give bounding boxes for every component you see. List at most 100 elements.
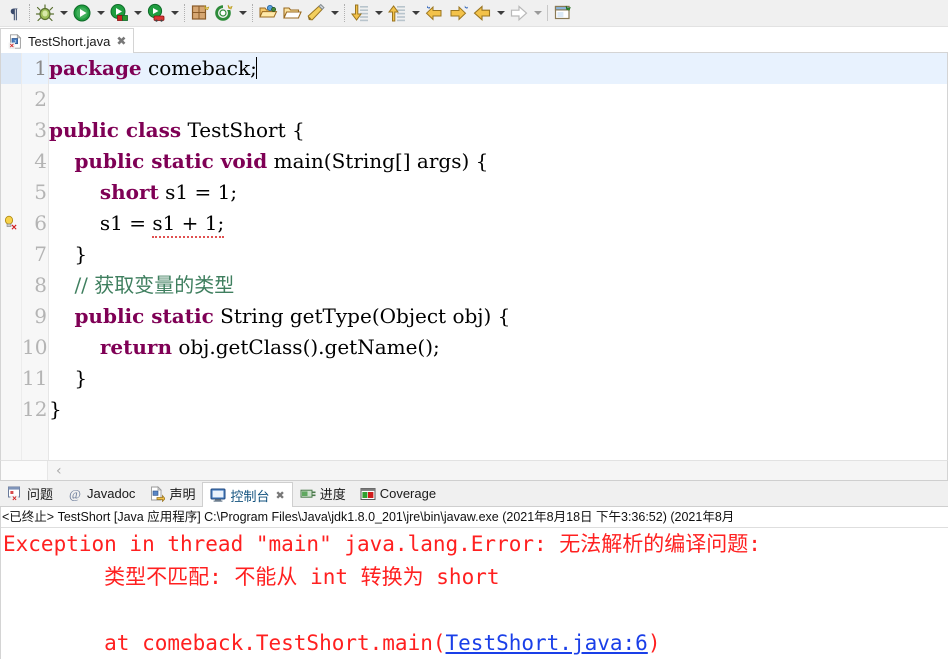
code-line[interactable]: public static String getType(Object obj)… bbox=[49, 301, 947, 332]
code-line[interactable]: } bbox=[49, 363, 947, 394]
marker-gutter-row bbox=[1, 177, 21, 208]
panel-tab-label: 声明 bbox=[169, 487, 196, 502]
next-annotation-icon[interactable] bbox=[348, 1, 372, 25]
console-line: 类型不匹配: 不能从 int 转换为 short bbox=[3, 565, 500, 589]
editor-marker-gutter[interactable]: × bbox=[1, 53, 22, 460]
back-navigation-icon[interactable] bbox=[470, 1, 494, 25]
code-line[interactable]: // 获取变量的类型 bbox=[49, 270, 947, 301]
code-editor[interactable]: × 1 2 3 4 5 6 7 8 9 10 11 12 package comeback; publ… bbox=[0, 53, 948, 460]
line-number: 12 bbox=[22, 397, 48, 421]
marker-gutter-row bbox=[1, 146, 21, 177]
line-number: 9 bbox=[34, 304, 47, 328]
code-token: short bbox=[99, 180, 159, 204]
code-token: } bbox=[49, 242, 88, 266]
error-quickfix-icon[interactable]: × bbox=[3, 215, 19, 233]
panel-tab-5[interactable]: Coverage bbox=[353, 482, 443, 506]
new-window-icon[interactable] bbox=[551, 1, 575, 25]
code-token: public static bbox=[74, 304, 214, 328]
code-line[interactable]: public static void main(String[] args) { bbox=[49, 146, 947, 177]
next-annotation-dropdown-arrow[interactable] bbox=[372, 1, 385, 25]
line-number: 5 bbox=[34, 180, 47, 204]
forward-navigation-icon[interactable] bbox=[507, 1, 531, 25]
run-dropdown-arrow[interactable] bbox=[94, 1, 107, 25]
console-icon bbox=[210, 487, 226, 503]
java-perspective-icon[interactable] bbox=[304, 1, 328, 25]
line-number: 4 bbox=[34, 149, 47, 173]
marker-gutter-row: × bbox=[1, 208, 21, 239]
back-dropdown-arrow[interactable] bbox=[494, 1, 507, 25]
new-java-package-icon[interactable] bbox=[188, 1, 212, 25]
panel-tab-4[interactable]: 进度 bbox=[293, 482, 353, 506]
open-type-icon[interactable] bbox=[256, 1, 280, 25]
code-token: s1 = bbox=[49, 211, 153, 235]
code-line[interactable]: } bbox=[49, 394, 947, 425]
svg-text:@: @ bbox=[69, 486, 81, 501]
console-output[interactable]: Exception in thread "main" java.lang.Err… bbox=[1, 528, 948, 659]
forward-dropdown-arrow[interactable] bbox=[531, 1, 544, 25]
line-number: 8 bbox=[34, 273, 47, 297]
text-caret bbox=[255, 57, 257, 79]
code-token: comeback; bbox=[141, 56, 257, 80]
editor-horizontal-scroll-strip[interactable]: ‹ bbox=[0, 460, 948, 480]
panel-tab-label: Coverage bbox=[379, 486, 437, 501]
editor-bottom-gutter bbox=[1, 461, 48, 480]
marker-gutter-row bbox=[1, 363, 21, 394]
run-coverage-icon[interactable] bbox=[107, 1, 131, 25]
scroll-left-icon[interactable]: ‹ bbox=[48, 464, 62, 478]
svg-text:×: × bbox=[11, 222, 17, 231]
toolbar-separator bbox=[249, 1, 256, 25]
problems-icon: × bbox=[7, 486, 23, 502]
panel-tab-1[interactable]: @ Javadoc bbox=[60, 482, 142, 506]
last-edit-location-icon[interactable] bbox=[422, 1, 446, 25]
svg-text:¶: ¶ bbox=[10, 6, 18, 22]
code-token: obj.getClass().getName(); bbox=[171, 335, 440, 359]
panel-tab-label: 控制台 bbox=[230, 488, 270, 504]
code-line[interactable] bbox=[49, 84, 947, 115]
external-tools-dropdown-arrow[interactable] bbox=[168, 1, 181, 25]
console-view[interactable]: <已终止> TestShort [Java 应用程序] C:\Program F… bbox=[0, 507, 948, 659]
code-token: String getType(Object obj) { bbox=[213, 304, 511, 328]
code-line[interactable]: short s1 = 1; bbox=[49, 177, 947, 208]
panel-tab-0[interactable]: × 问题 bbox=[0, 482, 60, 506]
run-icon[interactable] bbox=[70, 1, 94, 25]
code-line[interactable]: package comeback; bbox=[49, 53, 947, 84]
code-line[interactable]: return obj.getClass().getName(); bbox=[49, 332, 947, 363]
forward-edit-location-icon[interactable] bbox=[446, 1, 470, 25]
editor-tab-close-icon[interactable]: ✖ bbox=[115, 35, 127, 47]
editor-code-area[interactable]: package comeback; public class TestShort… bbox=[49, 53, 947, 460]
debug-dropdown-arrow[interactable] bbox=[57, 1, 70, 25]
panel-tab-label: 进度 bbox=[319, 487, 346, 502]
panel-tab-bar: × 问题 @ Javadoc 声明 控制台 ✖ 进度 Coverage bbox=[0, 480, 948, 507]
previous-annotation-dropdown-arrow[interactable] bbox=[409, 1, 422, 25]
editor-tab-testshort[interactable]: J × TestShort.java ✖ bbox=[0, 28, 135, 53]
console-line: Exception in thread "main" java.lang.Err… bbox=[3, 532, 761, 556]
panel-tab-close-icon[interactable]: ✖ bbox=[275, 489, 284, 502]
marker-gutter-row bbox=[1, 332, 21, 363]
marker-gutter-row bbox=[1, 270, 21, 301]
debug-icon[interactable] bbox=[33, 1, 57, 25]
line-number: 11 bbox=[22, 366, 48, 390]
panel-tab-3[interactable]: 控制台 ✖ bbox=[202, 482, 293, 507]
coverage-dropdown-arrow[interactable] bbox=[131, 1, 144, 25]
code-line[interactable]: s1 = s1 + 1; bbox=[49, 208, 947, 239]
code-line[interactable]: } bbox=[49, 239, 947, 270]
marker-gutter-row bbox=[1, 53, 21, 84]
editor-tab-bar: J × TestShort.java ✖ bbox=[0, 27, 948, 53]
coverage-icon bbox=[360, 486, 376, 502]
toolbar-separator bbox=[181, 1, 188, 25]
panel-tab-2[interactable]: 声明 bbox=[142, 482, 202, 506]
console-stacktrace-link[interactable]: TestShort.java:6 bbox=[446, 631, 648, 655]
run-external-tools-icon[interactable] bbox=[144, 1, 168, 25]
svg-text:×: × bbox=[10, 41, 15, 49]
new-java-class-icon[interactable] bbox=[212, 1, 236, 25]
code-line[interactable]: public class TestShort { bbox=[49, 115, 947, 146]
paragraph-mark-icon[interactable]: ¶ bbox=[2, 1, 26, 25]
open-folder-icon[interactable] bbox=[280, 1, 304, 25]
previous-annotation-icon[interactable] bbox=[385, 1, 409, 25]
new-wizard-dropdown-arrow[interactable] bbox=[236, 1, 249, 25]
code-token: main(String[] args) { bbox=[267, 149, 489, 173]
perspective-dropdown-arrow[interactable] bbox=[328, 1, 341, 25]
code-token: // 获取变量的类型 bbox=[74, 273, 235, 297]
